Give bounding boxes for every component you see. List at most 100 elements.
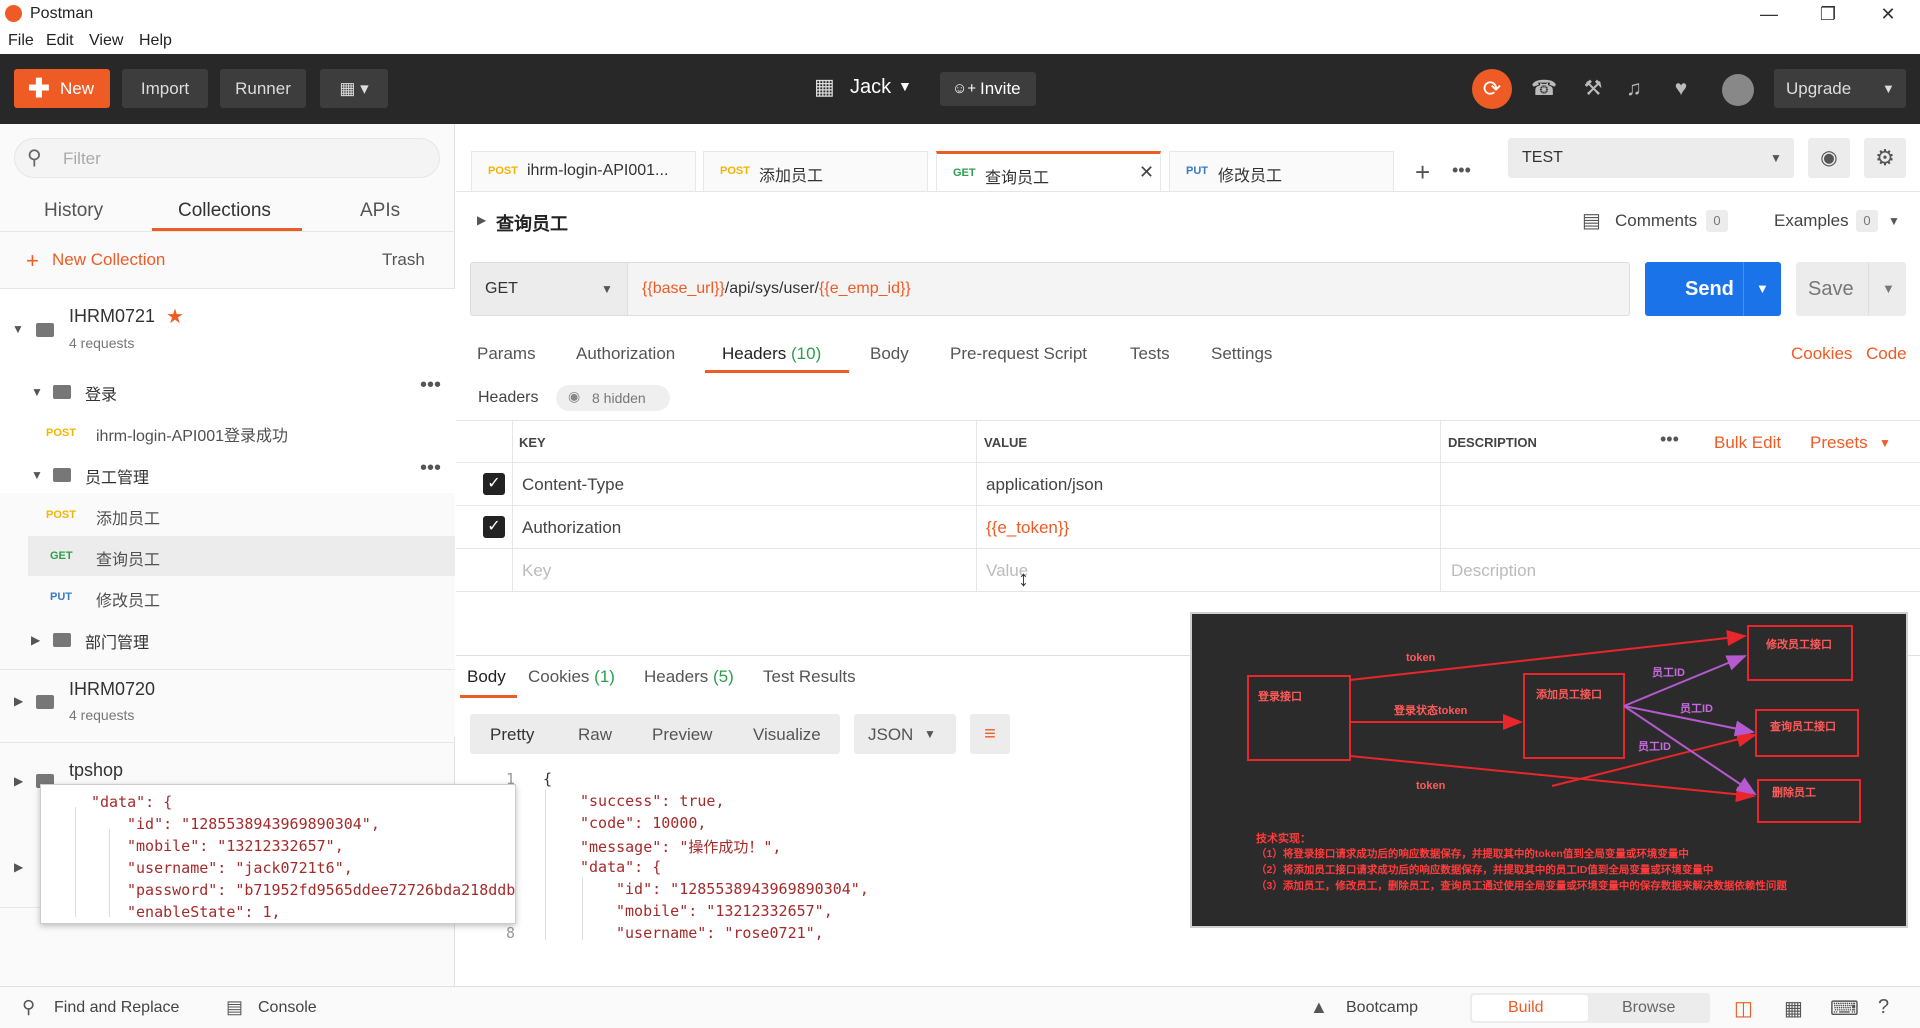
- presets-button[interactable]: Presets: [1810, 433, 1868, 453]
- selected-request-row[interactable]: [28, 536, 455, 576]
- collection-name[interactable]: IHRM0720: [69, 679, 155, 700]
- chevron-down-icon[interactable]: ▼: [31, 468, 43, 482]
- send-button[interactable]: Send ▼: [1645, 262, 1781, 316]
- chevron-right-icon[interactable]: ▶: [14, 694, 23, 708]
- method-select[interactable]: GET ▼: [470, 262, 628, 316]
- satellite-icon[interactable]: ☎: [1531, 76, 1557, 102]
- url-input[interactable]: {{base_url}}/api/sys/user/{{e_emp_id}}: [628, 262, 1630, 316]
- tab-request-active[interactable]: GET 查询员工 ✕: [936, 151, 1161, 191]
- environment-select[interactable]: TEST ▼: [1508, 138, 1794, 178]
- chevron-down-icon[interactable]: ▼: [898, 78, 912, 94]
- filter-input[interactable]: ⚲ Filter: [14, 138, 440, 178]
- view-raw[interactable]: Raw: [578, 725, 612, 745]
- chevron-down-icon[interactable]: ▼: [1879, 436, 1891, 450]
- help-icon[interactable]: ?: [1878, 996, 1889, 1019]
- tab-authorization[interactable]: Authorization: [576, 344, 675, 364]
- hidden-headers-toggle[interactable]: ◉ 8 hidden: [556, 385, 670, 411]
- find-replace-button[interactable]: Find and Replace: [54, 999, 179, 1017]
- build-mode-button[interactable]: Build: [1508, 999, 1544, 1017]
- tab-history[interactable]: History: [44, 200, 103, 222]
- collection-name[interactable]: IHRM0721: [69, 306, 155, 327]
- folder-login[interactable]: 登录: [85, 381, 117, 405]
- view-pretty[interactable]: Pretty: [490, 725, 534, 745]
- gear-icon[interactable]: ⚙: [1864, 138, 1906, 178]
- code-link[interactable]: Code: [1866, 344, 1907, 364]
- response-tab-test-results[interactable]: Test Results: [763, 667, 856, 687]
- menu-view[interactable]: View: [89, 32, 123, 50]
- layout-icon[interactable]: ▦: [1784, 996, 1803, 1021]
- description-input[interactable]: Description: [1451, 561, 1536, 581]
- menu-file[interactable]: File: [8, 32, 34, 50]
- trash-link[interactable]: Trash: [382, 250, 425, 270]
- tab-collections[interactable]: Collections: [178, 200, 271, 222]
- view-visualize[interactable]: Visualize: [753, 725, 821, 745]
- new-collection-link[interactable]: New Collection: [52, 250, 165, 270]
- tab-settings[interactable]: Settings: [1211, 344, 1272, 364]
- tab-body[interactable]: Body: [870, 344, 909, 364]
- response-tab-cookies[interactable]: Cookies (1): [528, 667, 615, 687]
- console-button[interactable]: Console: [258, 999, 317, 1017]
- tab-pre-request-script[interactable]: Pre-request Script: [950, 344, 1087, 364]
- more-icon[interactable]: •••: [1660, 429, 1679, 450]
- bootcamp-button[interactable]: Bootcamp: [1346, 999, 1418, 1017]
- bulk-edit-button[interactable]: Bulk Edit: [1714, 433, 1781, 453]
- tab-request[interactable]: POST ihrm-login-API001...: [471, 151, 696, 191]
- upgrade-button[interactable]: Upgrade ▼: [1774, 69, 1906, 108]
- menu-edit[interactable]: Edit: [46, 32, 74, 50]
- response-tab-body[interactable]: Body: [467, 667, 506, 687]
- examples-button[interactable]: Examples: [1774, 211, 1849, 231]
- request-item[interactable]: 修改员工: [96, 587, 160, 611]
- two-pane-icon[interactable]: ◫: [1734, 996, 1753, 1021]
- save-button[interactable]: Save ▼: [1796, 262, 1906, 316]
- tab-tests[interactable]: Tests: [1130, 344, 1170, 364]
- chevron-right-icon[interactable]: ▶: [14, 860, 23, 874]
- close-icon[interactable]: ✕: [1139, 162, 1154, 183]
- avatar[interactable]: [1722, 74, 1754, 106]
- tab-headers[interactable]: Headers (10): [722, 344, 821, 364]
- minimize-icon[interactable]: —: [1749, 2, 1789, 26]
- keyboard-icon[interactable]: ⌨: [1830, 996, 1859, 1021]
- chevron-down-icon[interactable]: ▼: [1888, 214, 1900, 228]
- row-checkbox[interactable]: ✓: [483, 473, 505, 495]
- folder-department[interactable]: 部门管理: [85, 629, 149, 653]
- key-input[interactable]: Key: [522, 561, 551, 581]
- maximize-icon[interactable]: ❐: [1808, 2, 1848, 26]
- heart-icon[interactable]: ♥: [1668, 76, 1694, 102]
- chevron-down-icon[interactable]: ▼: [31, 385, 43, 399]
- workspace-name[interactable]: Jack: [850, 76, 891, 99]
- new-button[interactable]: ✚ New: [14, 69, 110, 108]
- wrench-icon[interactable]: ⚒: [1580, 76, 1606, 102]
- star-icon[interactable]: ★: [166, 304, 184, 329]
- tab-apis[interactable]: APIs: [360, 200, 400, 222]
- cookies-link[interactable]: Cookies: [1791, 344, 1852, 364]
- menu-help[interactable]: Help: [139, 32, 172, 50]
- request-item[interactable]: 添加员工: [96, 505, 160, 529]
- response-tab-headers[interactable]: Headers (5): [644, 667, 734, 687]
- format-select[interactable]: JSON ▼: [854, 714, 956, 754]
- chevron-right-icon[interactable]: ▶: [31, 633, 40, 647]
- row-checkbox[interactable]: ✓: [483, 516, 505, 538]
- request-item[interactable]: 查询员工: [96, 546, 160, 570]
- chevron-right-icon[interactable]: ▶: [14, 774, 23, 788]
- request-item[interactable]: ihrm-login-API001登录成功: [96, 422, 288, 446]
- eye-icon[interactable]: ◉: [1808, 138, 1850, 178]
- chevron-down-icon[interactable]: ▼: [12, 322, 24, 336]
- tab-request[interactable]: POST 添加员工: [703, 151, 928, 191]
- more-icon[interactable]: •••: [420, 457, 441, 480]
- folder-employee[interactable]: 员工管理: [85, 464, 149, 488]
- close-window-icon[interactable]: ✕: [1868, 2, 1908, 26]
- request-title[interactable]: 查询员工: [496, 210, 568, 236]
- tab-request[interactable]: PUT 修改员工: [1169, 151, 1394, 191]
- view-preview[interactable]: Preview: [652, 725, 712, 745]
- wrap-lines-icon[interactable]: ≡: [970, 714, 1010, 754]
- new-window-button[interactable]: ▦ ▾: [320, 69, 388, 108]
- import-button[interactable]: Import: [122, 69, 208, 108]
- collection-name[interactable]: tpshop: [69, 760, 123, 781]
- comments-button[interactable]: Comments: [1615, 211, 1697, 231]
- bell-icon[interactable]: ♫: [1621, 76, 1647, 102]
- tab-params[interactable]: Params: [477, 344, 536, 364]
- more-icon[interactable]: •••: [420, 374, 441, 397]
- runner-button[interactable]: Runner: [220, 69, 306, 108]
- browse-mode-button[interactable]: Browse: [1622, 999, 1675, 1017]
- sync-icon[interactable]: ⟳: [1472, 69, 1512, 109]
